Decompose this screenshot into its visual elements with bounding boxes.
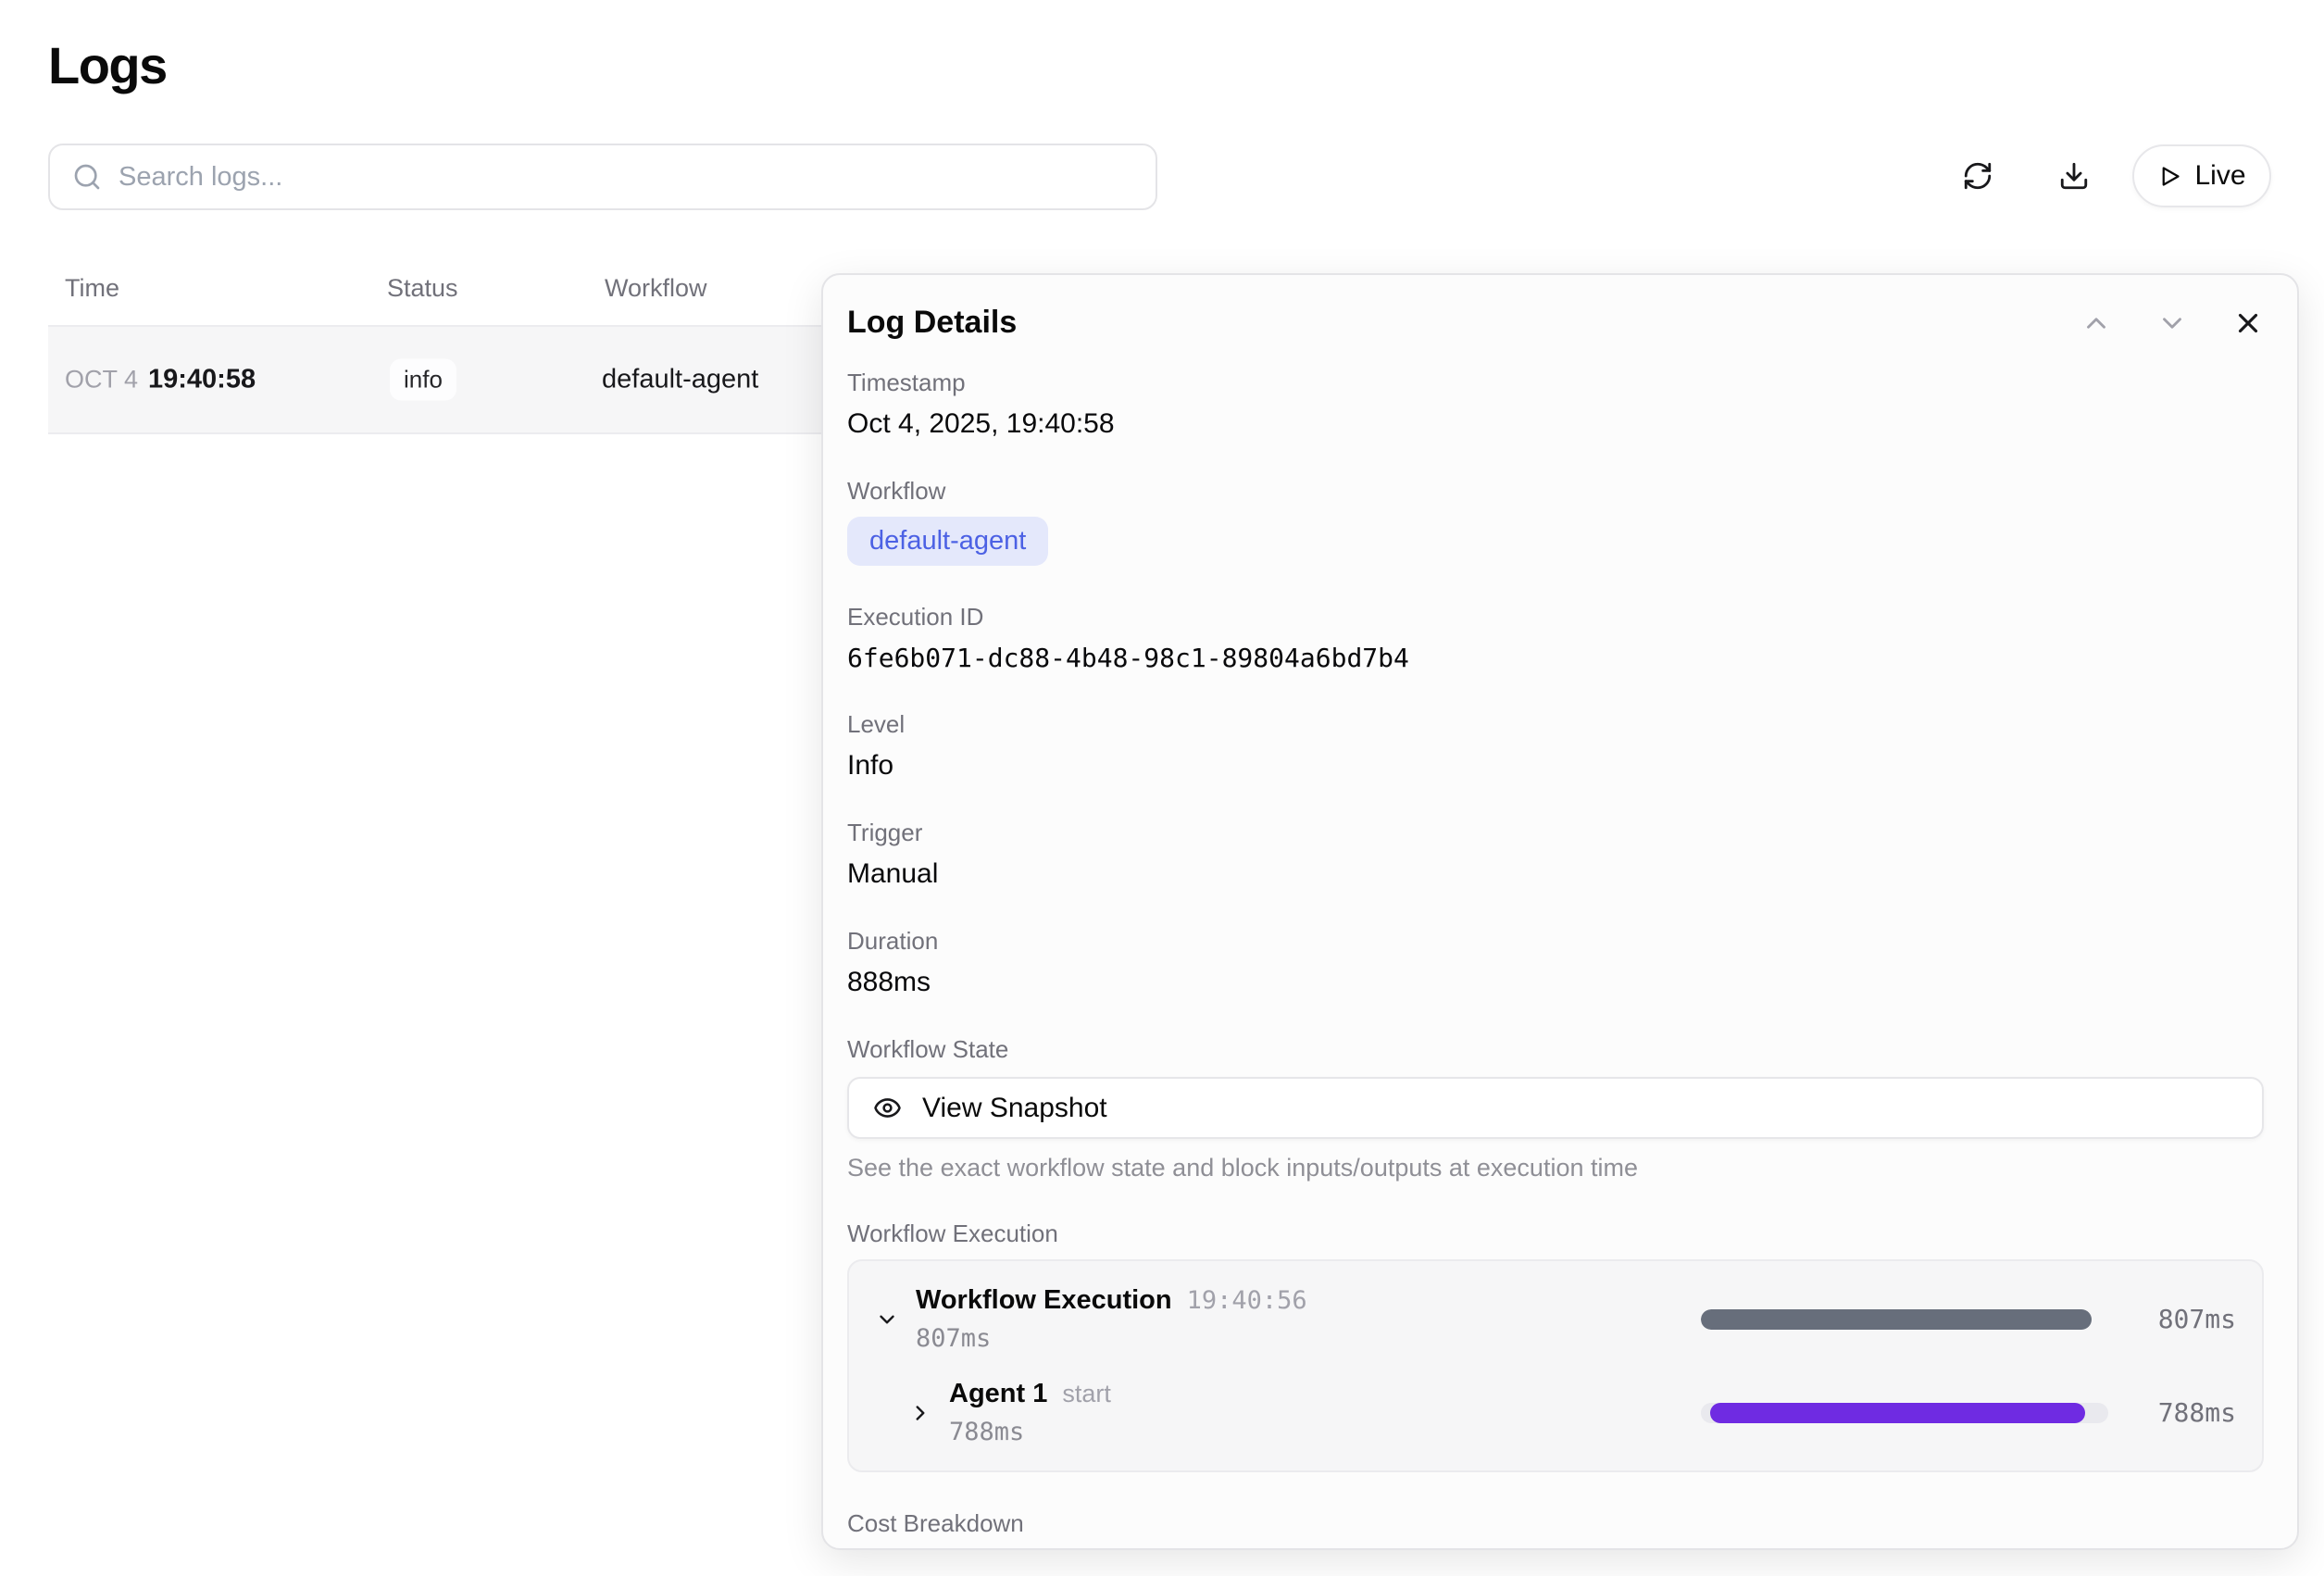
duration-bar <box>1710 1403 2085 1423</box>
play-icon <box>2157 164 2182 189</box>
timestamp-value: Oct 4, 2025, 19:40:58 <box>847 408 2264 440</box>
logs-table-header: Time Status Workflow <box>0 274 843 306</box>
column-header-status: Status <box>387 274 458 303</box>
previous-log-button[interactable] <box>2080 307 2112 339</box>
refresh-icon <box>1962 160 1993 192</box>
level-value: Info <box>847 750 2264 782</box>
eye-icon <box>873 1094 902 1122</box>
duration-label: Duration <box>847 927 2264 956</box>
panel-header: Log Details <box>847 305 2264 341</box>
live-button[interactable]: Live <box>2132 144 2271 207</box>
view-snapshot-label: View Snapshot <box>922 1093 1107 1124</box>
execution-row-text: Agent 1 start 788ms <box>949 1379 1111 1446</box>
trigger-label: Trigger <box>847 819 2264 847</box>
panel-nav <box>2080 307 2264 339</box>
refresh-button[interactable] <box>1952 150 2004 202</box>
chevron-down-icon <box>875 1307 899 1332</box>
download-button[interactable] <box>2048 150 2100 202</box>
workflow-execution-section: Workflow Execution Workflow Execution 19… <box>847 1220 2264 1472</box>
duration-bar-track <box>1701 1309 2108 1330</box>
cost-breakdown-label: Cost Breakdown <box>847 1509 2264 1538</box>
duration-field: Duration 888ms <box>847 927 2264 998</box>
search-input[interactable] <box>119 162 1133 193</box>
timestamp-field: Timestamp Oct 4, 2025, 19:40:58 <box>847 369 2264 440</box>
trigger-value: Manual <box>847 858 2264 890</box>
execution-row-duration-sub: 807ms <box>916 1324 1307 1353</box>
execution-id-value: 6fe6b071-dc88-4b48-98c1-89804a6bd7b4 <box>847 643 2264 673</box>
log-table-row[interactable]: OCT 4 19:40:58 info default-agent <box>48 327 843 434</box>
download-icon <box>2058 160 2090 192</box>
chevron-down-icon <box>2156 307 2188 339</box>
execution-row-name: Workflow Execution <box>916 1285 1172 1316</box>
workflow-state-helper: See the exact workflow state and block i… <box>847 1154 2264 1182</box>
search-icon <box>72 162 102 192</box>
close-panel-button[interactable] <box>2232 307 2264 339</box>
execution-id-label: Execution ID <box>847 603 2264 632</box>
duration-bar <box>1701 1309 2092 1330</box>
workflow-state-section: Workflow State View Snapshot See the exa… <box>847 1035 2264 1182</box>
log-details-panel: Log Details <box>821 273 2299 1550</box>
timestamp-label: Timestamp <box>847 369 2264 397</box>
workflow-state-label: Workflow State <box>847 1035 2264 1064</box>
execution-row-root[interactable]: Workflow Execution 19:40:56 807ms 807ms <box>875 1285 2236 1353</box>
execution-row-block-type: start <box>1062 1380 1111 1408</box>
execution-row-name: Agent 1 <box>949 1379 1047 1409</box>
view-snapshot-button[interactable]: View Snapshot <box>847 1077 2264 1139</box>
trigger-field: Trigger Manual <box>847 819 2264 890</box>
page-title: Logs <box>48 35 167 95</box>
log-row-date: OCT 4 <box>65 366 138 394</box>
level-field: Level Info <box>847 710 2264 782</box>
column-header-workflow: Workflow <box>605 274 707 303</box>
column-header-time: Time <box>65 274 119 303</box>
workflow-field: Workflow default-agent <box>847 477 2264 566</box>
execution-row-start-time: 19:40:56 <box>1187 1286 1307 1315</box>
execution-trace-card: Workflow Execution 19:40:56 807ms 807ms <box>847 1259 2264 1472</box>
cost-breakdown-section: Cost Breakdown Base Execution: $0.0010 M… <box>847 1509 2264 1550</box>
cost-breakdown-card: Base Execution: $0.0010 Model Input: $0.… <box>847 1549 2264 1550</box>
logs-page: Logs Live Time Status Workflow OCT 4 19:… <box>0 0 2324 1576</box>
execution-row-agent[interactable]: Agent 1 start 788ms 788ms <box>875 1379 2236 1446</box>
log-row-time: 19:40:58 <box>148 365 256 395</box>
execution-row-duration-sub: 788ms <box>949 1418 1111 1446</box>
live-button-label: Live <box>2194 160 2245 192</box>
search-bar <box>48 144 1157 210</box>
workflow-execution-label: Workflow Execution <box>847 1220 2264 1248</box>
duration-bar-track <box>1701 1403 2108 1423</box>
duration-bar-label: 807ms <box>2132 1304 2236 1334</box>
workflow-label: Workflow <box>847 477 2264 506</box>
workflow-badge[interactable]: default-agent <box>847 517 1048 566</box>
log-row-status-badge: info <box>390 359 456 401</box>
execution-row-text: Workflow Execution 19:40:56 807ms <box>916 1285 1307 1353</box>
execution-id-field: Execution ID 6fe6b071-dc88-4b48-98c1-898… <box>847 603 2264 673</box>
level-label: Level <box>847 710 2264 739</box>
log-row-workflow: default-agent <box>602 365 758 395</box>
chevron-right-icon <box>908 1401 932 1425</box>
chevron-up-icon <box>2080 307 2112 339</box>
duration-value: 888ms <box>847 967 2264 998</box>
close-icon <box>2232 307 2264 339</box>
duration-bar-label: 788ms <box>2132 1397 2236 1428</box>
panel-title: Log Details <box>847 305 1017 341</box>
next-log-button[interactable] <box>2156 307 2188 339</box>
